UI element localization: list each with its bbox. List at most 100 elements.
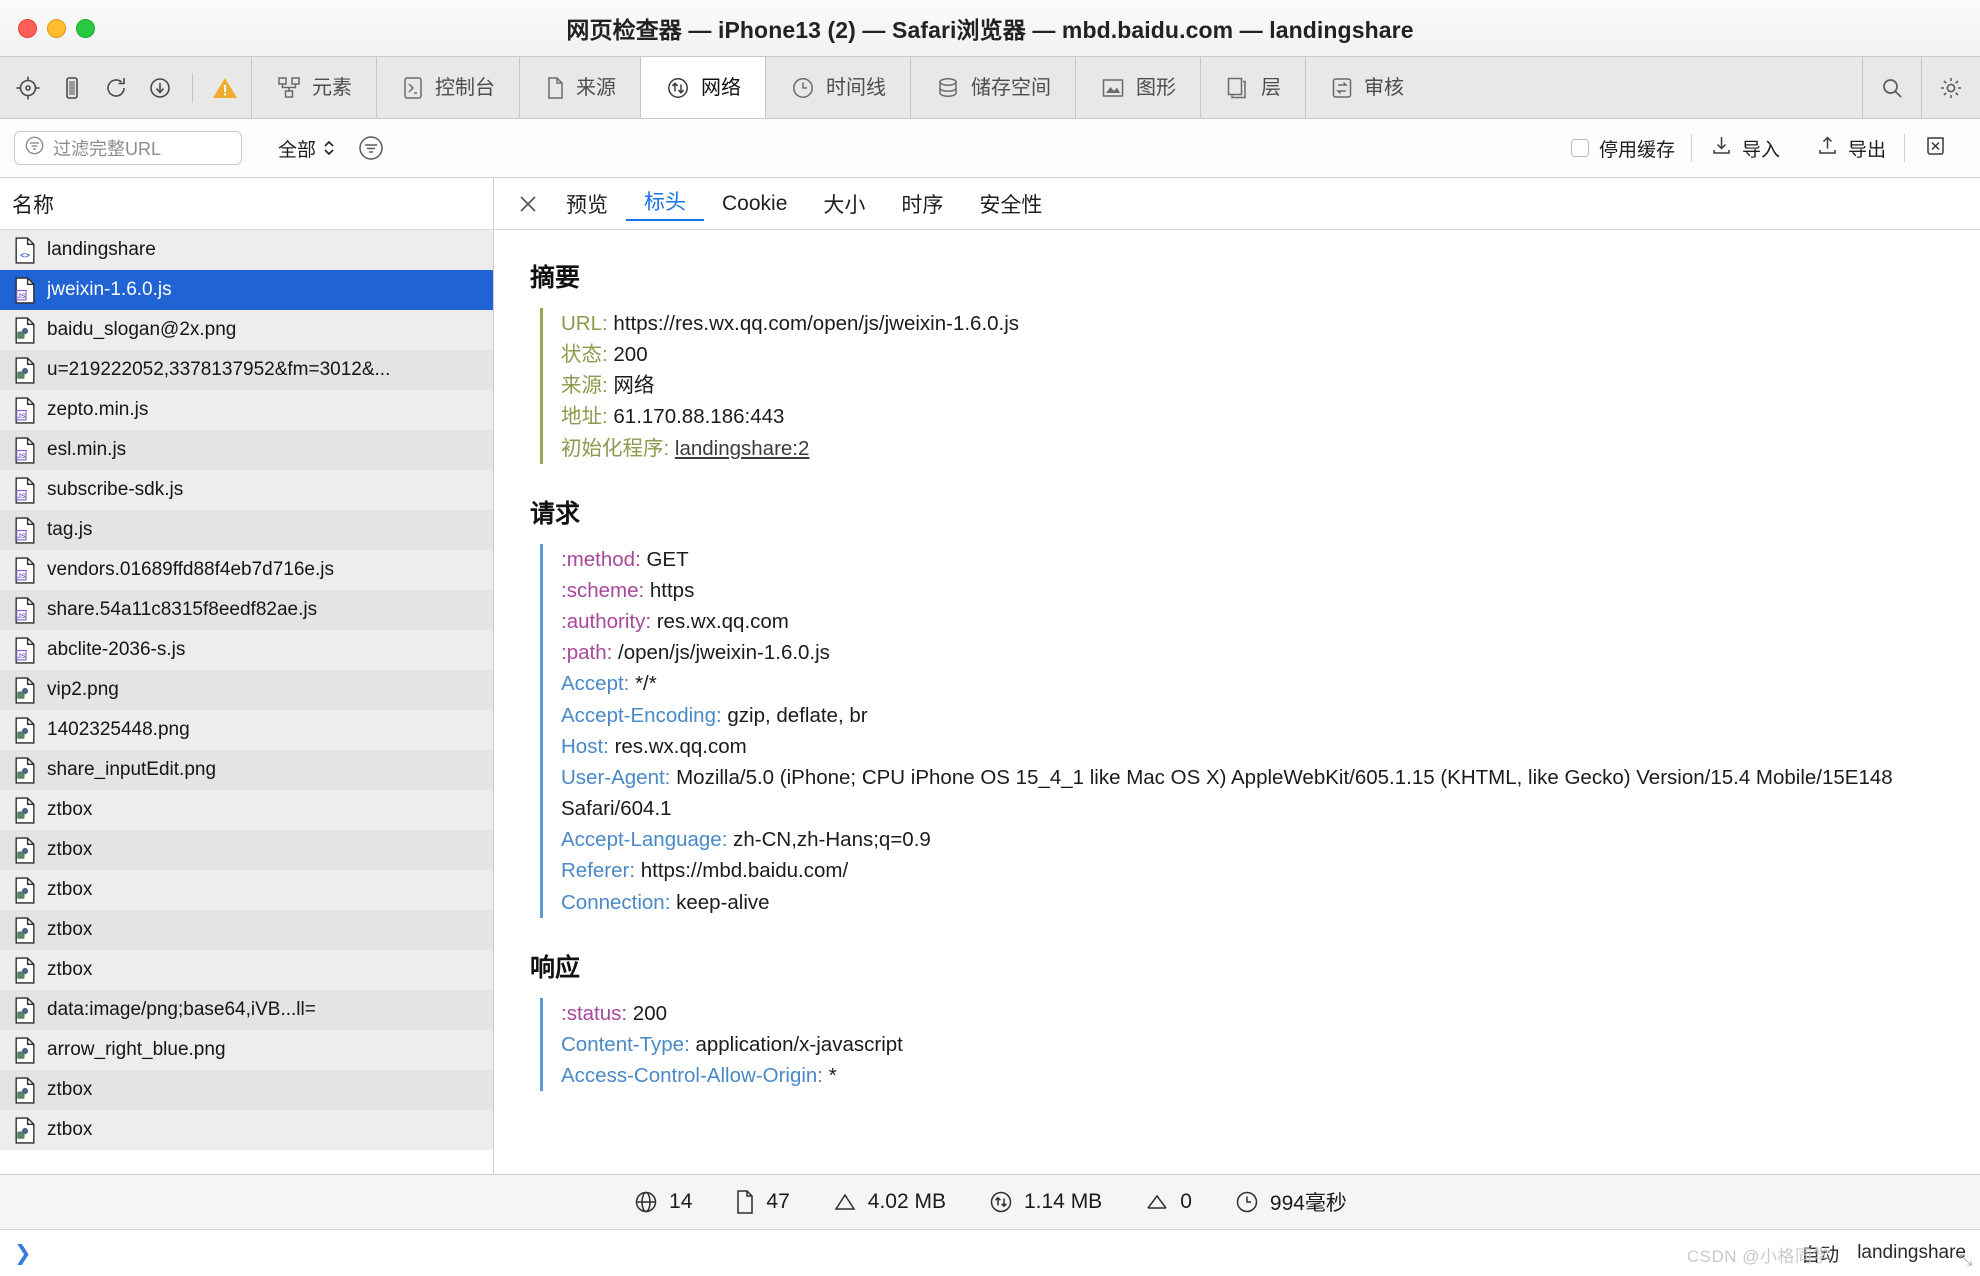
resource-list-item[interactable]: ztbox [0,870,493,910]
resource-list-item[interactable]: data:image/png;base64,iVB...ll= [0,990,493,1030]
download-circle-icon[interactable] [140,68,180,108]
header-row: Accept: */* [561,668,1980,699]
group-filter-icon[interactable] [357,134,385,162]
resource-name: ztbox [47,959,93,980]
header-key: URL: [561,312,608,335]
resource-name: share_inputEdit.png [47,759,217,780]
close-window-button[interactable] [18,18,37,38]
svg-text:JS: JS [17,453,26,460]
resource-name: u=219222052,3378137952&fm=3012&... [47,359,391,380]
tab-layers[interactable]: 层 [1200,57,1305,118]
stat-value: 4.02 MB [867,1190,946,1213]
warning-icon[interactable] [205,68,245,108]
tab-label: 层 [1261,76,1281,99]
resource-list[interactable]: <> landingshare JS jweixin-1.6.0.js baidu_sl… [0,230,493,1174]
detail-tab-preview[interactable]: 预览 [548,189,626,219]
close-icon[interactable] [508,184,548,224]
tab-timeline[interactable]: 时间线 [765,57,910,118]
resource-list-item[interactable]: ztbox [0,910,493,950]
stat-domains: 14 [633,1189,692,1215]
stat-value: 47 [766,1190,790,1213]
search-icon[interactable] [1862,57,1921,118]
execution-context-select[interactable]: landingshare [1857,1242,1966,1264]
header-value: application/x-javascript [695,1032,903,1056]
search-input[interactable]: 过滤完整URL [14,131,242,165]
inspect-element-icon[interactable] [8,68,48,108]
export-button[interactable]: 导出 [1798,134,1904,163]
resource-list-item[interactable]: ztbox [0,790,493,830]
header-value-link[interactable]: landingshare:2 [675,437,810,460]
console-context-selectors: 自动 landingshare ⤡ [1801,1240,1972,1269]
minimize-window-button[interactable] [47,18,66,38]
resource-list-item[interactable]: arrow_right_blue.png [0,1030,493,1070]
header-value: 61.170.88.186:443 [613,405,785,429]
resource-list-item[interactable]: share_inputEdit.png [0,750,493,790]
disable-cache-checkbox[interactable] [1570,139,1589,157]
resource-list-item[interactable]: JS esl.min.js [0,430,493,470]
tab-label: 图形 [1136,76,1176,99]
header-row: Connection: keep-alive [561,887,1980,918]
tabbar-right-actions [1862,57,1980,118]
resource-list-item[interactable]: ztbox [0,1110,493,1150]
detail-tab-security[interactable]: 安全性 [961,189,1060,219]
request-section-title: 请求 [530,499,581,528]
maximize-window-button[interactable] [76,18,95,38]
svg-text:JS: JS [17,573,26,580]
header-row: Access-Control-Allow-Origin: * [561,1060,1980,1091]
resource-list-item[interactable]: JS subscribe-sdk.js [0,470,493,510]
detail-tab-size[interactable]: 大小 [805,189,883,219]
detail-tab-cookie[interactable]: Cookie [704,192,805,216]
device-mode-icon[interactable] [52,68,92,108]
resource-name: tag.js [47,519,93,540]
toolbar-divider [192,72,193,103]
detail-tab-headers[interactable]: 标头 [626,186,704,221]
svg-text:JS: JS [17,533,26,540]
resource-list-item[interactable]: ztbox [0,950,493,990]
header-key: Connection: [561,890,671,914]
tab-sources[interactable]: 来源 [519,57,640,118]
js-file-icon: JS [14,596,36,624]
image-file-icon [14,1036,36,1064]
reload-icon[interactable] [96,68,136,108]
window-title: 网页检查器 — iPhone13 (2) — Safari浏览器 — mbd.b… [566,17,1414,43]
tab-label: 控制台 [435,76,495,99]
tab-storage[interactable]: 储存空间 [910,57,1075,118]
disable-cache-toggle[interactable]: 停用缓存 [1570,135,1691,162]
resource-list-item[interactable]: JS vendors.01689ffd88f4eb7d716e.js [0,550,493,590]
resource-list-item[interactable]: u=219222052,3378137952&fm=3012&... [0,350,493,390]
resource-type-select[interactable]: 全部 [278,135,335,162]
import-button[interactable]: 导入 [1692,134,1798,163]
resource-list-item[interactable]: ztbox [0,830,493,870]
js-file-icon: JS [14,476,36,504]
tab-console[interactable]: 控制台 [376,57,519,118]
resource-list-item[interactable]: JS abclite-2036-s.js [0,630,493,670]
tab-network[interactable]: 网络 [640,57,765,118]
svg-text:JS: JS [17,293,26,300]
resource-list-item[interactable]: ztbox [0,1070,493,1110]
resource-list-item[interactable]: vip2.png [0,670,493,710]
tab-elements[interactable]: 元素 [251,57,376,118]
clear-network-button[interactable] [1905,133,1966,164]
tab-audit[interactable]: 审核 [1305,57,1428,118]
prompt-chevron-icon[interactable]: ❯ [14,1241,32,1266]
svg-text:<>: <> [20,249,30,259]
tab-graphics[interactable]: 图形 [1075,57,1200,118]
header-value: zh-CN,zh-Hans;q=0.9 [733,828,931,852]
resource-list-item[interactable]: JS share.54a11c8315f8eedf82ae.js [0,590,493,630]
detail-tab-timing[interactable]: 时序 [883,189,961,219]
js-file-icon: JS [14,276,36,304]
resource-list-item[interactable]: JS zepto.min.js [0,390,493,430]
resource-list-item[interactable]: JS tag.js [0,510,493,550]
tab-label: 元素 [312,76,352,99]
resource-list-item[interactable]: 1402325448.png [0,710,493,750]
gear-icon[interactable] [1921,57,1980,118]
resource-list-item[interactable]: <> landingshare [0,230,493,270]
header-key: Accept-Language: [561,828,728,852]
summary-rows: URL: https://res.wx.qq.com/open/js/jweix… [540,308,1980,464]
tab-label: 时间线 [826,76,886,99]
resize-grip-icon[interactable]: ⤡ [1959,1252,1972,1270]
resource-list-item[interactable]: baidu_slogan@2x.png [0,310,493,350]
auto-complete-mode[interactable]: 自动 [1801,1240,1839,1267]
resource-list-item[interactable]: JS jweixin-1.6.0.js [0,270,493,310]
header-row: :scheme: https [561,575,1980,606]
